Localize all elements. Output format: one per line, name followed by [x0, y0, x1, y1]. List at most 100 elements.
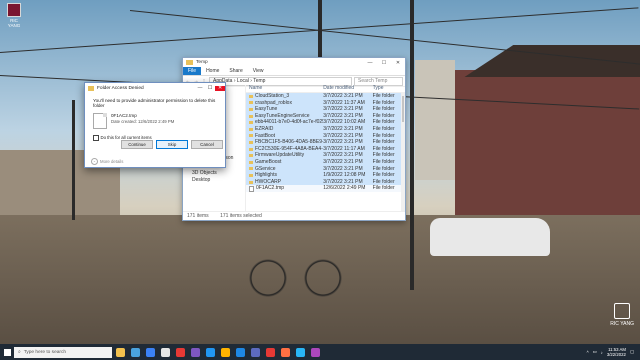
tab-home[interactable]: Home	[201, 68, 224, 74]
chevron-up-icon[interactable]: ^	[587, 350, 589, 355]
file-name-cell: HWOCARP	[246, 179, 323, 186]
folder-icon	[88, 85, 94, 91]
taskbar-app-icon[interactable]	[221, 347, 230, 357]
file-info: 0F1AC2.tmp Date created: 12/6/2022 2:49 …	[93, 113, 217, 129]
file-row[interactable]: crashpad_roblox 3/7/2022 11:37 AM File fol…	[246, 99, 405, 107]
taskbar-app-icon[interactable]	[131, 347, 140, 357]
cancel-button[interactable]: Cancel	[191, 140, 223, 149]
scrollbar-thumb[interactable]	[402, 96, 404, 122]
skip-button[interactable]: Skip	[156, 140, 188, 149]
clock-date: 3/22/2022	[606, 352, 626, 357]
taskbar: ⌕ Type here to search ^ ▭ ♪ 11:53 AM 3/2…	[0, 344, 640, 360]
taskbar-search[interactable]: ⌕ Type here to search	[14, 346, 112, 358]
vertical-scrollbar[interactable]	[401, 92, 405, 212]
utility-pole-right	[410, 0, 414, 290]
file-row[interactable]: GameBoost 3/7/2022 3:21 PM File folder	[246, 158, 405, 166]
file-list[interactable]: Name Date modified Type CloudStation_3 3/…	[246, 85, 405, 212]
file-name-cell: EasyTune	[246, 106, 323, 113]
taskbar-app-icon[interactable]	[161, 347, 170, 357]
file-row[interactable]: FBCBC1F5-B406-4DA5-8BE9-A3E5AD3D6...3/7/…	[246, 139, 405, 146]
file-row[interactable]: HWOCARP 3/7/2022 3:21 PM File folder	[246, 178, 405, 186]
shortcut-icon	[7, 3, 21, 17]
file-name-cell: crashpad_roblox	[246, 100, 323, 107]
dialog-titlebar[interactable]: Folder Access Denied — ☐ ✕	[85, 83, 225, 93]
column-date-modified[interactable]: Date modified	[323, 85, 372, 92]
nav-item-desktop[interactable]: Desktop	[183, 177, 245, 185]
folder-icon	[249, 114, 253, 118]
file-row[interactable]: EasyTune 3/7/2022 3:21 PM File folder	[246, 106, 405, 113]
folder-icon	[249, 160, 253, 164]
file-name-cell: FC2C530E-954F-4A8A-BEA4-44B4F4C36...	[246, 146, 323, 153]
date-cell: 3/7/2022 3:21 PM	[323, 125, 363, 132]
file-name-cell: CloudStation_3	[246, 93, 323, 100]
dialog-message: You'll need to provide administrator per…	[93, 98, 216, 108]
volume-icon[interactable]: ♪	[601, 350, 603, 355]
file-row[interactable]: EZRAID 3/7/2022 3:21 PM File folder	[246, 125, 405, 133]
taskbar-app-icon[interactable]	[281, 347, 290, 357]
file-name-cell: GameBoost	[246, 159, 323, 166]
date-cell: 3/7/2022 3:21 PM	[323, 165, 363, 172]
date-cell: 3/7/2022 3:21 PM	[323, 93, 363, 99]
date-cell: 3/7/2022 3:21 PM	[323, 152, 363, 159]
system-tray: ^ ▭ ♪ 11:53 AM 3/22/2022 ▢	[587, 347, 640, 357]
column-type[interactable]: Type	[373, 85, 405, 92]
file-row[interactable]: FC2C530E-954F-4A8A-BEA4-44B4F4C36...3/7/…	[246, 145, 405, 153]
tab-share[interactable]: Share	[224, 68, 247, 74]
taskbar-app-icon[interactable]	[116, 347, 125, 357]
taskbar-app-icon[interactable]	[206, 347, 215, 357]
file-row[interactable]: FirmwareUpdateUtility 3/7/2022 3:21 PM Fil…	[246, 152, 405, 159]
file-name-cell: FastBoot	[246, 133, 323, 140]
file-row[interactable]: GService 3/7/2022 3:21 PM File folder	[246, 165, 405, 173]
clock[interactable]: 11:53 AM 3/22/2022	[607, 347, 626, 357]
date-cell: 1/9/2022 12:08 PM	[323, 172, 366, 179]
nav-item-3d-objects[interactable]: 3D Objects	[183, 170, 245, 178]
taskbar-app-icon[interactable]	[236, 347, 245, 357]
file-name-cell: Highlights	[246, 172, 323, 179]
file-row[interactable]: ebb44011-b7e0-4d0f-ac7e-f025ed2d7b9f3/7/…	[246, 119, 405, 126]
status-bar: 171 items 171 items selected	[183, 211, 405, 220]
tab-file[interactable]: File	[183, 67, 202, 75]
desktop-shortcut[interactable]: RIC YANG	[4, 3, 24, 28]
date-cell: 3/7/2022 3:21 PM	[323, 106, 363, 113]
continue-button[interactable]: Continue	[121, 140, 153, 149]
start-button[interactable]	[0, 344, 14, 360]
date-cell: 3/7/2022 10:02 AM	[323, 119, 366, 126]
folder-icon	[249, 167, 253, 171]
taskbar-app-icon[interactable]	[296, 347, 305, 357]
minimize-button[interactable]: —	[195, 86, 205, 91]
breadcrumb-local[interactable]: Local	[237, 78, 249, 84]
item-count: 171 items	[187, 213, 209, 219]
close-button[interactable]: ✕	[215, 85, 225, 91]
minimize-button[interactable]: —	[363, 60, 377, 66]
column-name[interactable]: Name	[246, 85, 323, 92]
close-button[interactable]: ✕	[391, 60, 405, 66]
taskbar-app-icon[interactable]	[251, 347, 260, 357]
maximize-button[interactable]: ☐	[377, 60, 391, 66]
file-name-cell: 0F1AC2.tmp	[246, 185, 323, 192]
notification-icon[interactable]: ▢	[630, 349, 634, 355]
file-row[interactable]: CloudStation_3 3/7/2022 3:21 PM File folde…	[246, 93, 405, 100]
file-row[interactable]: EasyTuneEngineService 3/7/2022 3:21 PM Fil…	[246, 112, 405, 120]
folder-icon	[249, 121, 253, 125]
file-name-cell: FBCBC1F5-B406-4DA5-8BE9-A3E5AD3D6...	[246, 139, 323, 146]
checkbox-icon[interactable]	[93, 135, 99, 141]
more-details-toggle[interactable]: ⌄ More details	[91, 158, 123, 165]
file-row[interactable]: FastBoot 3/7/2022 3:21 PM File folder	[246, 132, 405, 140]
file-row[interactable]: Highlights 1/9/2022 12:08 PM File folder	[246, 172, 405, 179]
taskbar-app-icon[interactable]	[191, 347, 200, 357]
network-icon[interactable]: ▭	[593, 349, 597, 355]
taskbar-app-icon[interactable]	[146, 347, 155, 357]
file-row[interactable]: 0F1AC2.tmp 12/6/2022 2:49 PM File folder	[246, 185, 405, 192]
tab-view[interactable]: View	[248, 68, 269, 74]
folder-icon	[249, 127, 253, 131]
folder-icon	[249, 180, 253, 184]
file-name-cell: EasyTuneEngineService	[246, 113, 323, 120]
taskbar-app-icon[interactable]	[266, 347, 275, 357]
maximize-button[interactable]: ☐	[205, 86, 215, 91]
taskbar-app-icon[interactable]	[176, 347, 185, 357]
breadcrumb-temp[interactable]: Temp	[253, 78, 265, 84]
explorer-titlebar[interactable]: Temp — ☐ ✕	[183, 58, 405, 67]
folder-access-denied-dialog[interactable]: Folder Access Denied — ☐ ✕ You'll need t…	[84, 82, 226, 168]
taskbar-app-icon[interactable]	[311, 347, 320, 357]
folder-icon	[249, 101, 253, 105]
